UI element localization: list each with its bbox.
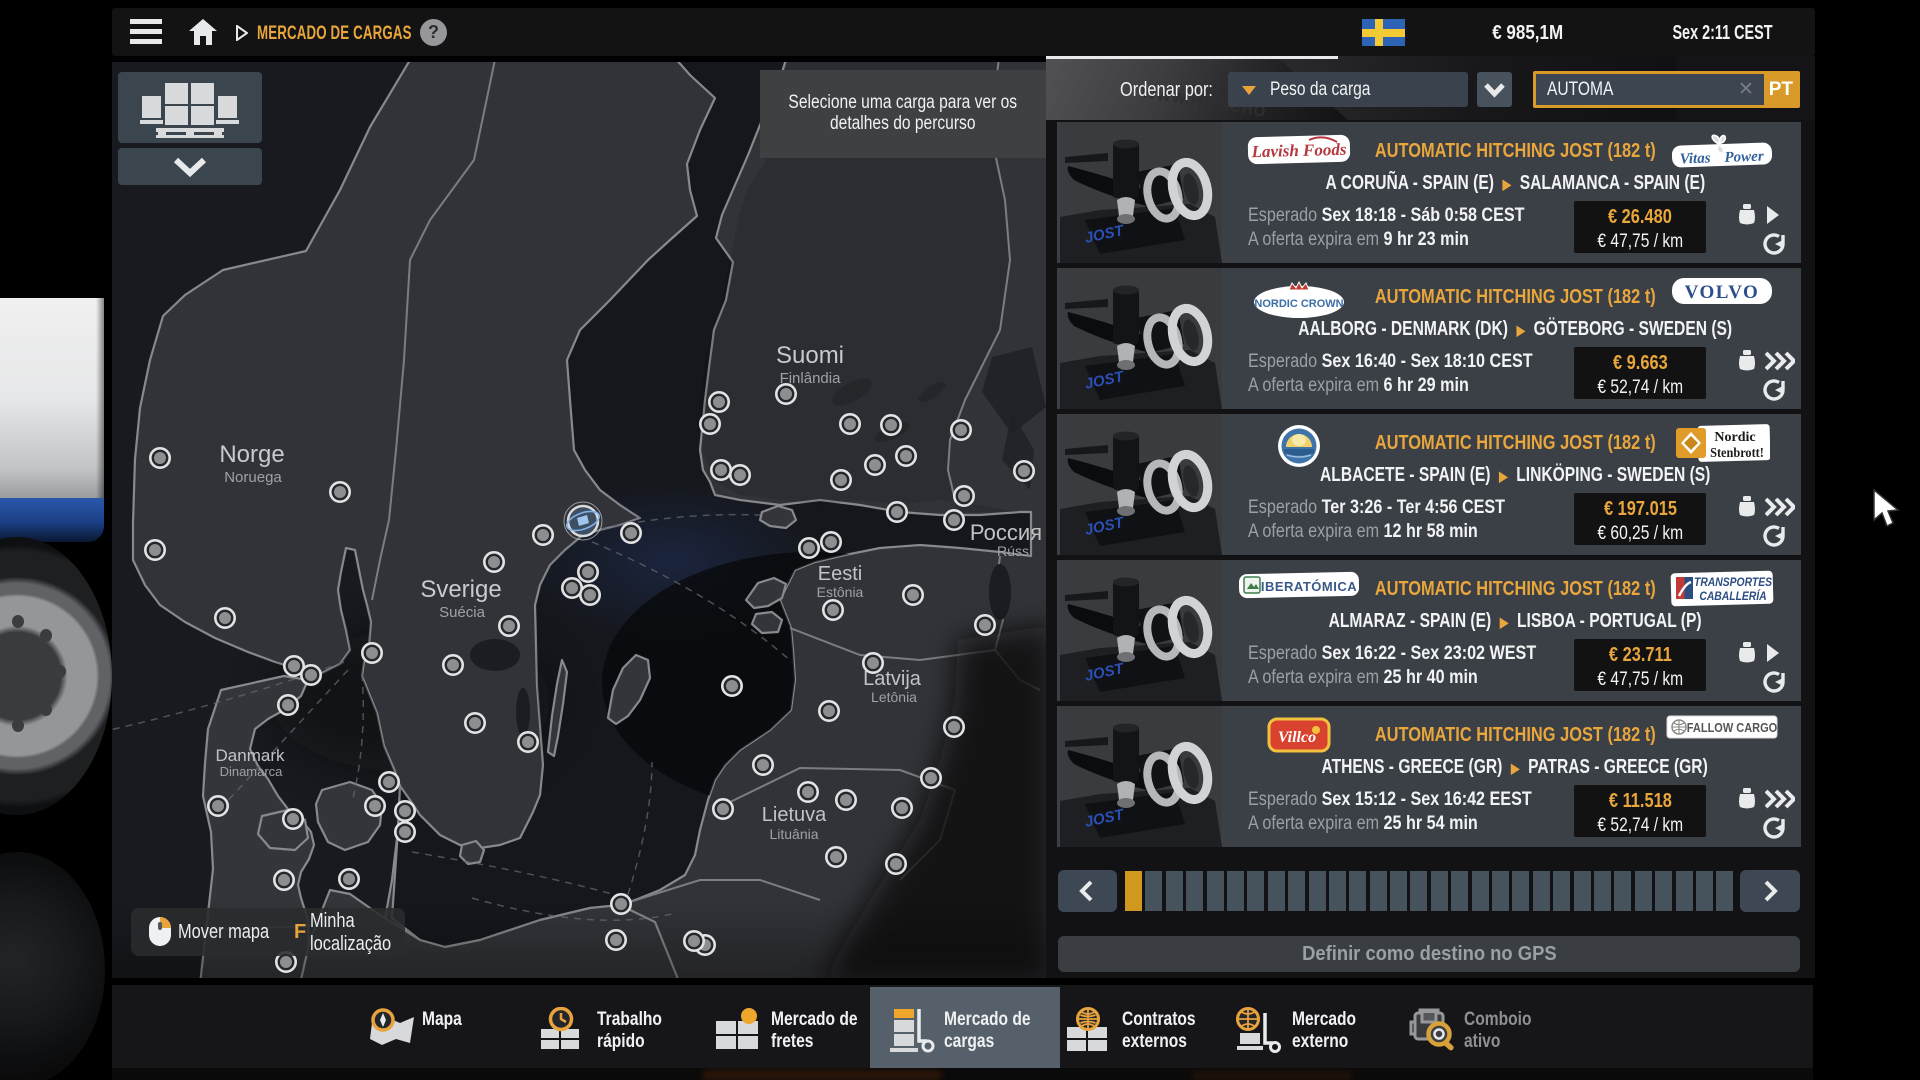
- svg-text:Danmark: Danmark: [216, 746, 285, 765]
- svg-text:Noruega: Noruega: [224, 469, 282, 486]
- svg-text:Dinamarca: Dinamarca: [220, 764, 284, 779]
- svg-text:Letônia: Letônia: [871, 689, 917, 705]
- svg-text:Estônia: Estônia: [817, 584, 864, 600]
- svg-text:CABALLERÍA: CABALLERÍA: [1699, 589, 1766, 603]
- svg-text:Vitas: Vitas: [1679, 150, 1711, 167]
- svg-text:Nordic: Nordic: [1714, 430, 1755, 445]
- svg-text:Suécia: Suécia: [439, 604, 486, 621]
- svg-text:TRANSPORTES: TRANSPORTES: [1694, 577, 1773, 590]
- svg-text:Suomi: Suomi: [776, 342, 844, 369]
- svg-text:Finlândia: Finlândia: [780, 370, 842, 387]
- svg-text:FALLOW CARGO: FALLOW CARGO: [1687, 721, 1777, 735]
- svg-text:Norge: Norge: [219, 441, 284, 468]
- svg-text:Lituânia: Lituânia: [769, 826, 818, 842]
- svg-text:Latvija: Latvija: [863, 668, 922, 690]
- svg-text:Stenbrott!: Stenbrott!: [1710, 444, 1764, 460]
- svg-text:Power: Power: [1724, 149, 1764, 166]
- svg-text:Rúss: Rúss: [997, 543, 1029, 559]
- svg-text:Lietuva: Lietuva: [762, 804, 827, 826]
- svg-text:Eesti: Eesti: [818, 563, 862, 585]
- svg-text:Россия: Россия: [970, 520, 1042, 545]
- svg-text:VOLVO: VOLVO: [1685, 282, 1760, 303]
- svg-text:Sverige: Sverige: [420, 576, 501, 603]
